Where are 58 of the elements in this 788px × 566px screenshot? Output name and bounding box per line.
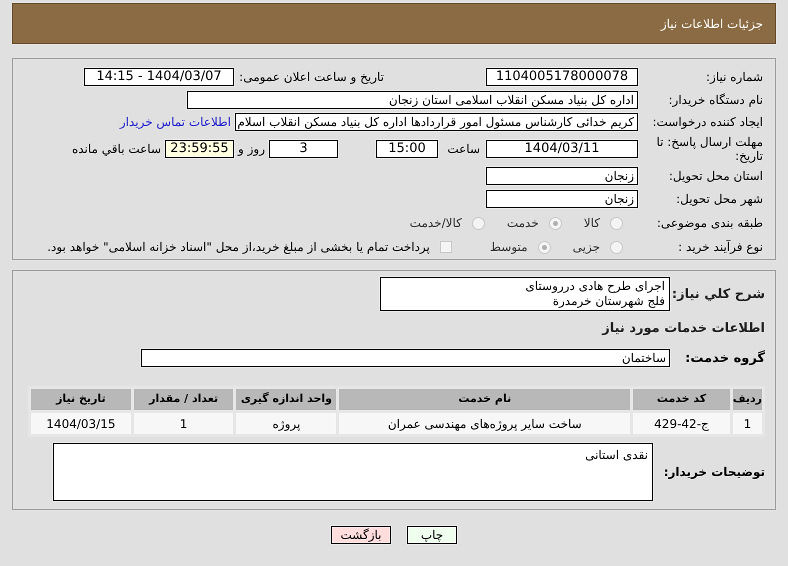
field-label: ساعت باقي مانده xyxy=(72,141,161,158)
input-field: زنجان xyxy=(486,190,638,208)
field-label: نام دستگاه خریدار: xyxy=(668,93,763,107)
radio-button[interactable] xyxy=(610,216,623,230)
back-button[interactable]: بازگشت xyxy=(331,526,391,544)
table-cell: ج-42-429 xyxy=(632,412,732,436)
input-field: 1104005178000078 xyxy=(486,68,638,86)
radio-button[interactable] xyxy=(610,240,623,254)
column-header: تاریخ نیاز xyxy=(30,388,132,412)
payment-note: پرداخت تمام یا بخشی از مبلغ خرید،از محل "اسناد خزانه اسلامی" خواهد بود. xyxy=(47,239,430,256)
radio-label: کالا/خدمت xyxy=(410,215,462,232)
field-label: تاریخ و ساعت اعلان عمومی: xyxy=(238,70,384,84)
radio-label: متوسط xyxy=(490,239,528,256)
input-field: اداره کل بنیاد مسکن انقلاب اسلامی استان زنجان xyxy=(187,91,638,109)
table-cell: پروژه xyxy=(234,412,338,436)
field-label: توضیحات خریدار: xyxy=(662,464,765,481)
field-label: مهلت ارسال پاسخ: تا تاریخ: xyxy=(655,135,763,163)
field-label: استان محل تحویل: xyxy=(668,169,763,183)
radio-button[interactable] xyxy=(538,240,551,254)
notes-textarea: نقدی استانی xyxy=(53,443,653,501)
column-header: کد خدمت xyxy=(632,388,732,412)
column-header: واحد اندازه گیری xyxy=(234,388,338,412)
input-field: زنجان xyxy=(486,167,638,185)
radio-label: کالا xyxy=(584,215,600,232)
field-label: شهر محل تحویل: xyxy=(675,192,763,206)
table-cell: 1404/03/15 xyxy=(30,412,132,436)
input-field: کریم خدائی کارشناس مسئول امور قراردادها اداره کل بنیاد مسکن انقلاب اسلام xyxy=(235,113,638,131)
page-title: جزئیات اطلاعات نیاز xyxy=(660,16,763,32)
field-label: طبقه بندی موضوعی: xyxy=(656,216,763,230)
radio-button[interactable] xyxy=(472,216,485,230)
input-field: 3 xyxy=(269,140,338,158)
section-title: اطلاعات خدمات مورد نیاز xyxy=(600,320,765,338)
field-label: گروه خدمت: xyxy=(684,349,765,368)
checkbox[interactable] xyxy=(440,241,452,253)
table-cell: ساخت سایر پروژه‌های مهندسی عمران xyxy=(338,412,632,436)
field-label: شرح کلي نياز: xyxy=(670,286,765,304)
description-line: فلج شهرستان خرمدرة xyxy=(552,294,665,309)
description-line: اجرای طرح هادی درروستای xyxy=(524,279,665,294)
field-label: ایجاد کننده درخواست: xyxy=(651,115,763,129)
field-label: ساعت xyxy=(446,141,480,158)
input-field: 1404/03/11 xyxy=(486,140,638,158)
radio-label: خدمت xyxy=(506,215,539,232)
contact-link[interactable]: اطلاعات تماس خریدار xyxy=(120,113,231,131)
field-label: روز و xyxy=(238,141,265,158)
input-field: ساختمان xyxy=(141,349,670,368)
field-label: نوع فرآیند خرید : xyxy=(677,240,763,254)
column-header: تعداد / مقدار xyxy=(132,388,235,412)
print-button[interactable]: چاپ xyxy=(407,526,457,544)
input-field: 23:59:55 xyxy=(165,140,234,158)
column-header: ردیف xyxy=(731,388,764,412)
input-field: 1404/03/07 - 14:15 xyxy=(84,68,234,86)
table-cell: 1 xyxy=(132,412,235,436)
column-header: نام خدمت xyxy=(338,388,632,412)
field-label: شماره نیاز: xyxy=(705,70,763,84)
table-cell: 1 xyxy=(731,412,764,436)
radio-button[interactable] xyxy=(548,216,562,230)
input-field: 15:00 xyxy=(376,140,438,158)
radio-label: جزیی xyxy=(572,239,600,256)
